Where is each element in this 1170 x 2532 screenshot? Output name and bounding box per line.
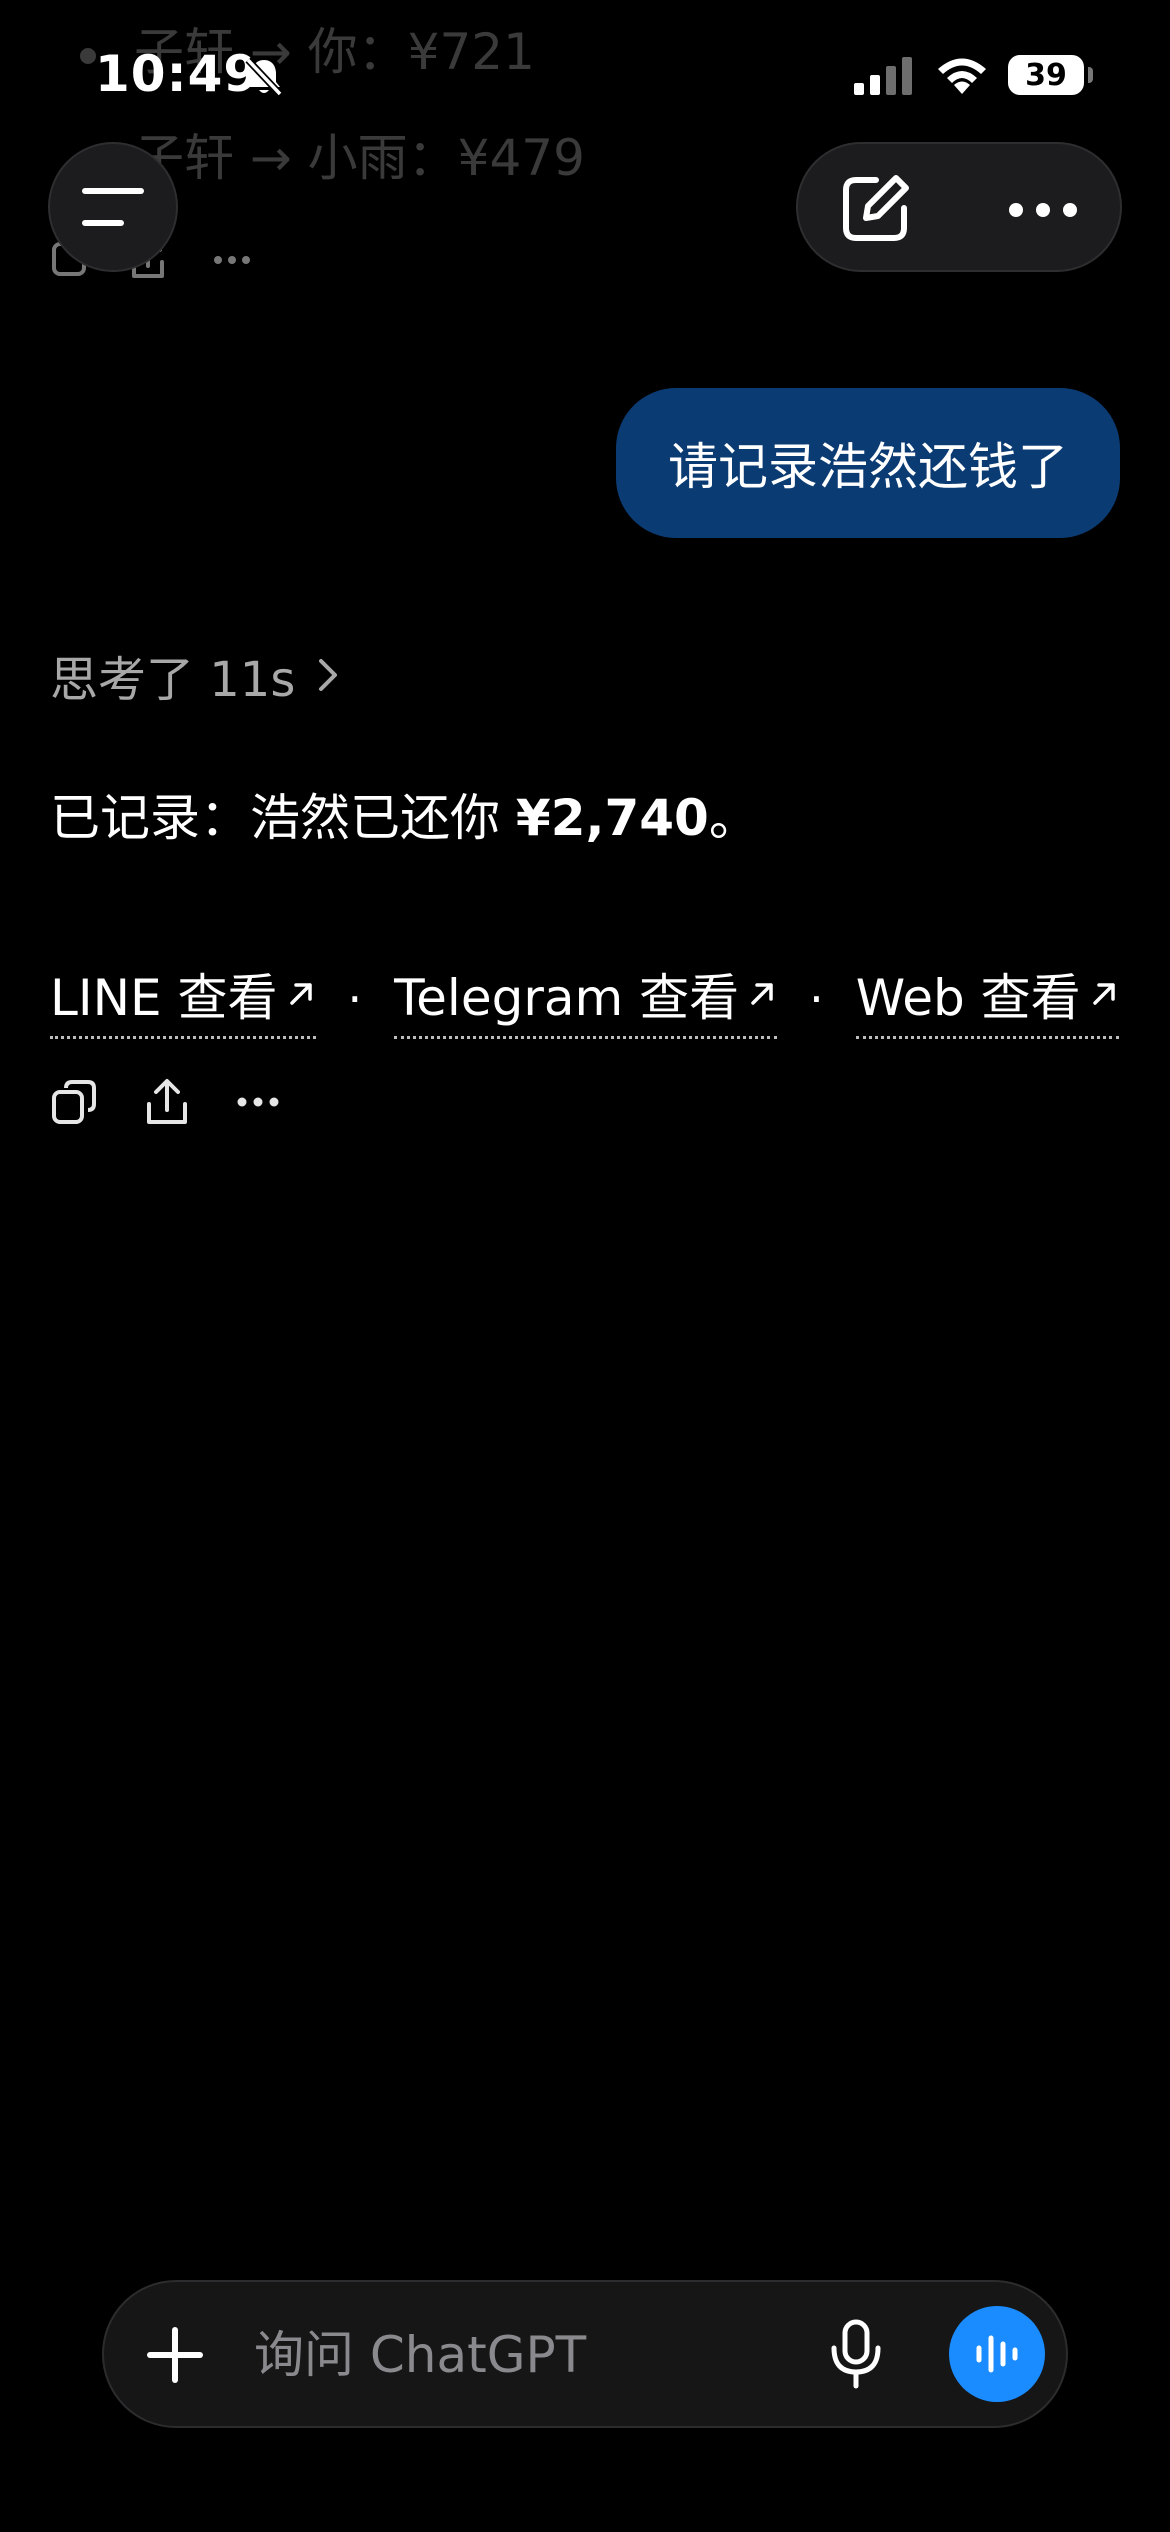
top-actions-pill — [796, 142, 1122, 272]
external-arrow-icon — [1092, 983, 1115, 1005]
bullet-icon — [80, 47, 96, 64]
sidebar-menu-button[interactable] — [48, 142, 178, 272]
more-options-icon[interactable] — [1008, 202, 1078, 218]
battery-indicator: 39 — [1008, 55, 1084, 95]
add-attachment-icon[interactable] — [144, 2324, 206, 2386]
user-message-text: 请记录浩然还钱了 — [668, 438, 1068, 496]
chat-input[interactable] — [252, 2312, 896, 2398]
external-arrow-icon — [289, 983, 312, 1005]
cellular-signal-icon — [854, 57, 912, 95]
microphone-icon[interactable] — [828, 2318, 884, 2392]
share-button[interactable] — [144, 1078, 190, 1126]
copy-button[interactable] — [50, 1078, 98, 1126]
reply-punctuation: 。 — [708, 789, 759, 847]
line-view-link[interactable]: LINE 查看 — [50, 958, 316, 1039]
silent-bell-icon — [245, 57, 283, 97]
battery-cap — [1088, 67, 1093, 83]
more-actions-button[interactable] — [236, 1096, 280, 1108]
voice-mode-button[interactable] — [949, 2306, 1045, 2402]
hamburger-menu-icon — [82, 188, 144, 226]
message-composer — [102, 2280, 1068, 2428]
chevron-right-icon — [319, 659, 338, 691]
wifi-icon — [938, 58, 986, 94]
user-message-bubble: 请记录浩然还钱了 — [616, 388, 1120, 538]
share-icon — [147, 1079, 187, 1124]
link-separator: · — [347, 971, 363, 1026]
new-chat-edit-icon[interactable] — [838, 172, 912, 246]
view-links-row: LINE 查看 · Telegram 查看 · Web 查看 — [50, 958, 1119, 1039]
thinking-toggle[interactable]: 思考了 11s — [50, 640, 339, 710]
telegram-view-link[interactable]: Telegram 查看 — [394, 958, 778, 1039]
more-horizontal-icon — [237, 1097, 279, 1107]
assistant-reply: 已记录：浩然已还你 ¥2,740。 — [50, 778, 759, 850]
link-separator: · — [809, 971, 824, 1026]
external-arrow-icon — [751, 983, 773, 1005]
reply-amount: ¥2,740 — [515, 789, 709, 847]
thinking-label: 思考了 11s — [50, 652, 296, 708]
status-time: 10:49 — [95, 45, 260, 103]
copy-icon — [52, 1080, 96, 1124]
web-view-link[interactable]: Web 查看 — [855, 958, 1119, 1039]
reply-text: 已记录：浩然已还你 — [50, 789, 516, 847]
voice-waveform-icon — [976, 2335, 1018, 2373]
message-actions — [50, 1078, 326, 1126]
